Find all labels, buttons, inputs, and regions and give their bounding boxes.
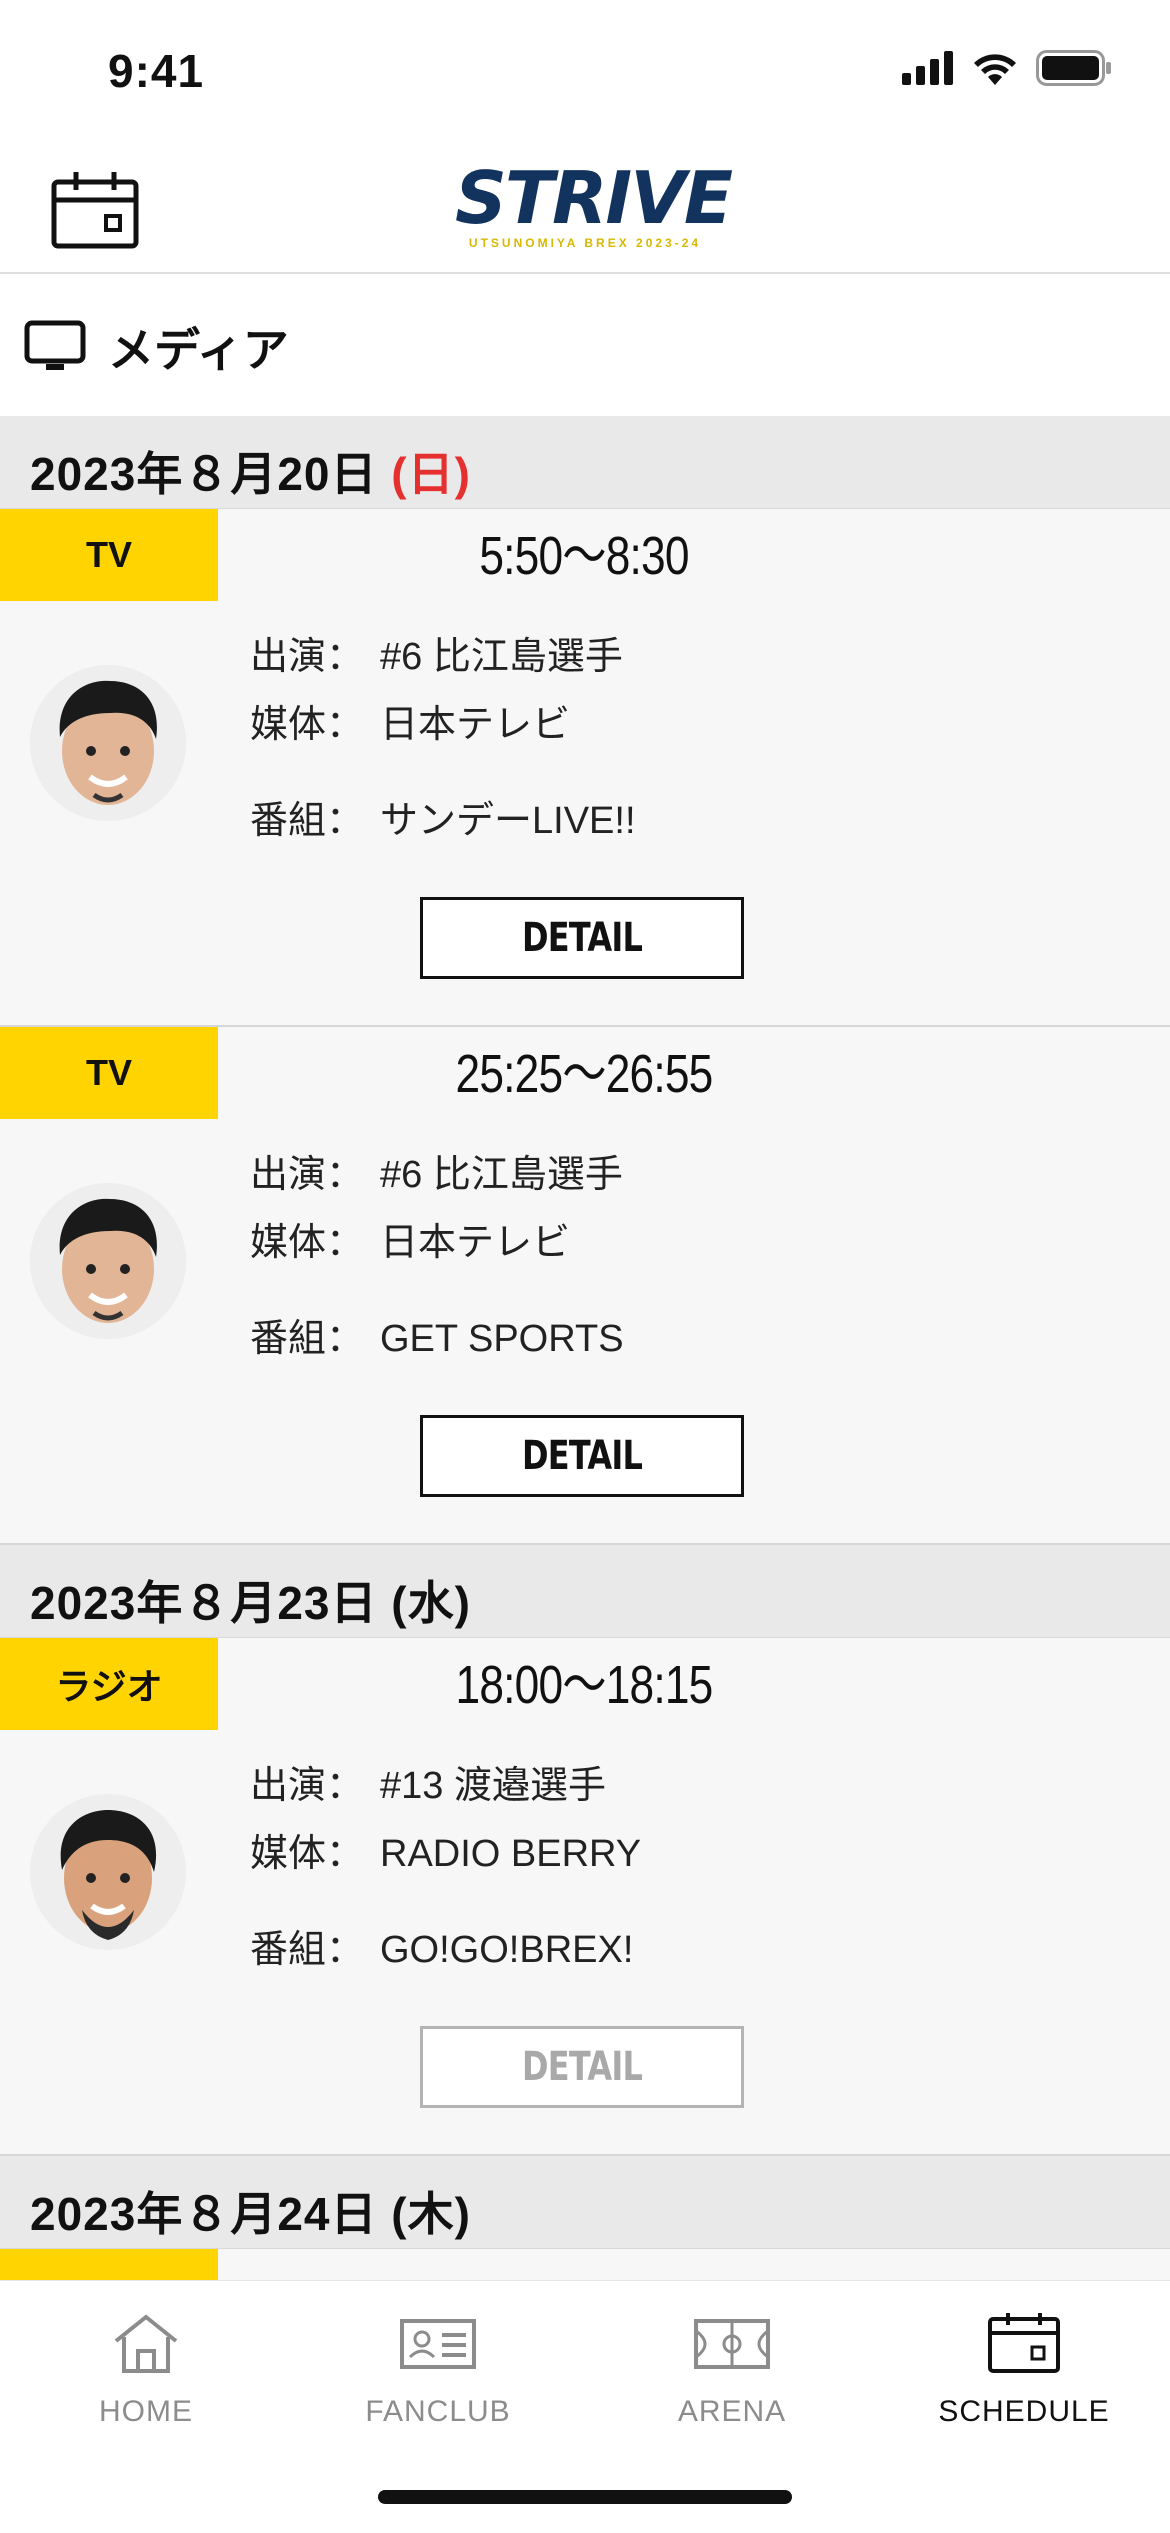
status-bar: 9:41 xyxy=(0,0,1170,140)
media-value: 日本テレビ xyxy=(380,704,571,746)
media-value: 日本テレビ xyxy=(380,1222,571,1264)
cellular-signal-icon xyxy=(902,51,953,85)
home-indicator[interactable] xyxy=(378,2490,792,2504)
detail-button-disabled: DETAIL xyxy=(420,2026,744,2108)
program-row: 番組： GO!GO!BREX! xyxy=(250,1929,634,1971)
media-row: 媒体： 日本テレビ xyxy=(250,704,571,746)
section-title: メディア xyxy=(108,324,289,376)
media-type-badge xyxy=(0,2249,218,2280)
date-header: 2023年８月23日 (水) xyxy=(0,1545,1170,1638)
media-item: TV 25:25〜26:55 出演： #6 比江島選手 媒体： 日本テレビ 番組： G… xyxy=(0,1027,1170,1545)
brand-logo[interactable]: STRIVE UTSUNOMIYA BREX 2023-24 xyxy=(455,156,733,258)
player-avatar xyxy=(30,1183,186,1339)
id-card-icon xyxy=(400,2319,476,2369)
tab-label: HOME xyxy=(99,2395,193,2428)
performer-row: 出演： #6 比江島選手 xyxy=(250,636,623,678)
day-of-week: (木) xyxy=(391,2188,471,2240)
battery-icon xyxy=(1036,50,1111,86)
media-type-badge: TV xyxy=(0,1027,218,1119)
player-photo xyxy=(30,1183,186,1339)
court-icon xyxy=(694,2319,770,2369)
program-row: 番組： サンデーLIVE!! xyxy=(250,800,636,842)
performer-row: 出演： #13 渡邉選手 xyxy=(250,1765,606,1807)
program-value: サンデーLIVE!! xyxy=(380,800,636,842)
media-row: 媒体： 日本テレビ xyxy=(250,1222,571,1264)
media-item-partial xyxy=(0,2249,1170,2280)
tab-label: SCHEDULE xyxy=(938,2395,1110,2428)
player-photo xyxy=(30,1794,186,1950)
media-item: TV 5:50〜8:30 出演： #6 比江島選手 媒体： 日本テレビ 番組： サンデ… xyxy=(0,509,1170,1027)
home-icon xyxy=(114,2314,178,2373)
status-icons xyxy=(902,50,1112,86)
wifi-icon xyxy=(974,54,1016,85)
section-title-bar: メディア xyxy=(0,274,1170,418)
player-avatar xyxy=(30,665,186,821)
status-time: 9:41 xyxy=(108,45,205,97)
broadcast-time: 25:25〜26:55 xyxy=(455,1044,714,1104)
performer-row: 出演： #6 比江島選手 xyxy=(250,1154,623,1196)
player-photo xyxy=(30,665,186,821)
tab-schedule[interactable]: SCHEDULE xyxy=(904,2311,1144,2429)
calendar-icon xyxy=(988,2313,1060,2373)
media-type-badge: TV xyxy=(0,509,218,601)
performer-value: #13 渡邉選手 xyxy=(380,1765,606,1807)
media-item: ラジオ 18:00〜18:15 出演： #13 渡邉選手 媒体： RADIO BER… xyxy=(0,1638,1170,2156)
program-row: 番組： GET SPORTS xyxy=(250,1318,624,1360)
player-avatar xyxy=(30,1794,186,1950)
media-schedule-list[interactable]: 2023年８月20日 (日) TV 5:50〜8:30 出演： #6 比江島選手 … xyxy=(0,416,1170,2280)
broadcast-time: 5:50〜8:30 xyxy=(479,526,689,586)
date-label: 2023年８月20日 (日) xyxy=(30,448,471,500)
day-of-week: (日) xyxy=(391,448,471,500)
detail-button[interactable]: DETAIL xyxy=(420,897,744,979)
tab-fanclub[interactable]: FANCLUB xyxy=(318,2311,558,2429)
app-header: STRIVE UTSUNOMIYA BREX 2023-24 xyxy=(0,140,1170,274)
logo-wordmark: STRIVE xyxy=(455,156,733,240)
date-label: 2023年８月24日 (木) xyxy=(30,2188,471,2240)
tab-label: ARENA xyxy=(677,2395,787,2428)
date-header: 2023年８月20日 (日) xyxy=(0,416,1170,509)
calendar-icon[interactable] xyxy=(50,170,140,250)
media-type-badge: ラジオ xyxy=(0,1638,218,1730)
media-row: 媒体： RADIO BERRY xyxy=(250,1833,642,1875)
tab-arena[interactable]: ARENA xyxy=(612,2311,852,2429)
media-value: RADIO BERRY xyxy=(380,1833,642,1875)
broadcast-time: 18:00〜18:15 xyxy=(455,1655,714,1715)
program-value: GO!GO!BREX! xyxy=(380,1929,634,1971)
day-of-week: (水) xyxy=(391,1577,471,1629)
tab-home[interactable]: HOME xyxy=(26,2311,266,2429)
logo-subtitle: UTSUNOMIYA BREX 2023-24 xyxy=(468,236,702,250)
program-value: GET SPORTS xyxy=(380,1318,624,1360)
date-header: 2023年８月24日 (木) xyxy=(0,2156,1170,2249)
detail-button[interactable]: DETAIL xyxy=(420,1415,744,1497)
performer-value: #6 比江島選手 xyxy=(380,1154,623,1196)
date-label: 2023年８月23日 (水) xyxy=(30,1577,471,1629)
performer-value: #6 比江島選手 xyxy=(380,636,623,678)
tab-label: FANCLUB xyxy=(365,2395,511,2428)
tv-icon xyxy=(24,320,86,370)
